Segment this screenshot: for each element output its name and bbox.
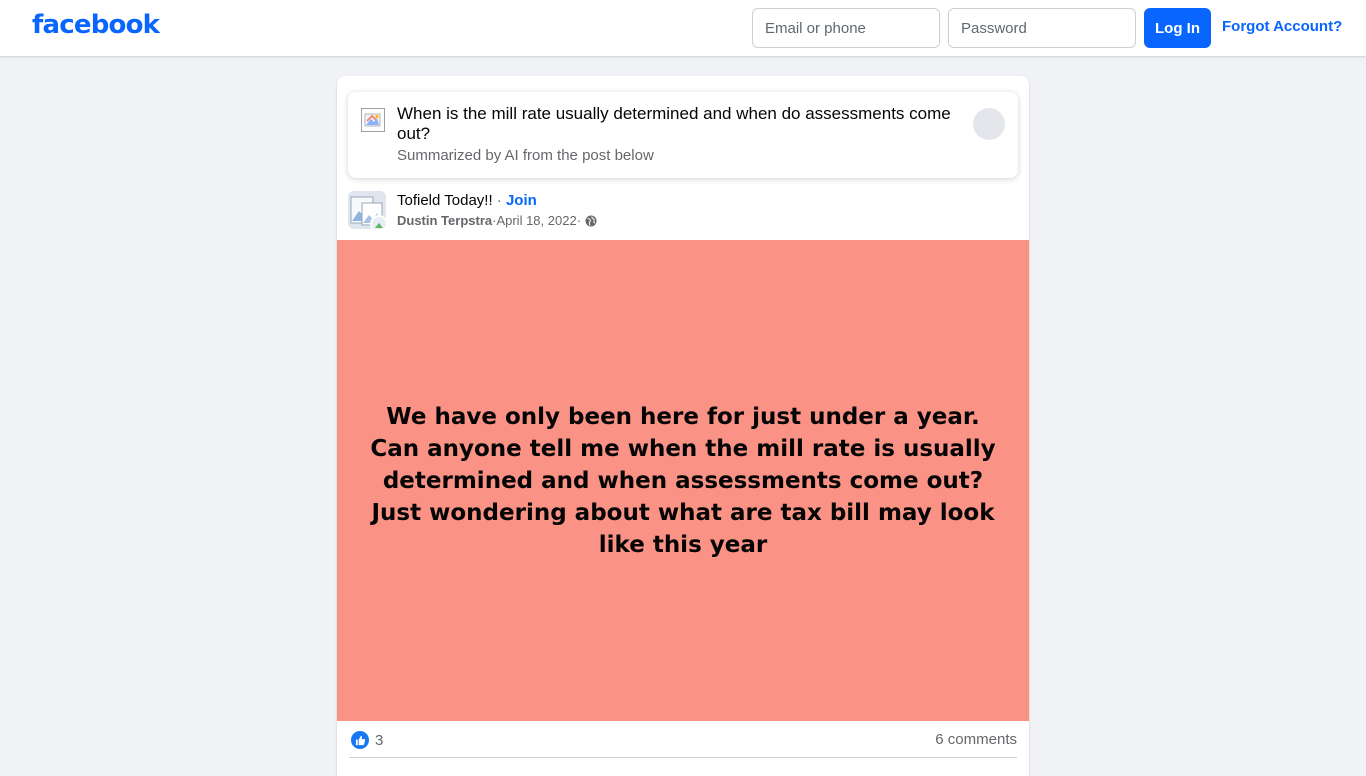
- top-navigation-bar: facebook Log In Forgot Account?: [0, 0, 1366, 56]
- broken-image-icon: [361, 108, 385, 132]
- ai-summary-question: When is the mill rate usually determined…: [397, 104, 951, 143]
- post-card: When is the mill rate usually determined…: [337, 76, 1029, 776]
- ai-summary-box[interactable]: When is the mill rate usually determined…: [348, 92, 1018, 178]
- like-count[interactable]: 3: [375, 732, 383, 749]
- facebook-logo[interactable]: facebook: [32, 10, 160, 40]
- post-text: We have only been here for just under a …: [370, 403, 996, 558]
- post-meta: Dustin Terpstra · April 18, 2022 ·: [397, 213, 597, 228]
- forgot-account-link[interactable]: Forgot Account?: [1222, 18, 1342, 35]
- separator-dot: ·: [576, 213, 582, 228]
- log-in-button[interactable]: Log In: [1144, 8, 1211, 48]
- comment-count[interactable]: 6 comments: [935, 731, 1017, 748]
- ai-summary-subtitle: Summarized by AI from the post below: [397, 147, 654, 164]
- separator-dot: ·: [492, 192, 506, 209]
- email-field[interactable]: [752, 8, 940, 48]
- avatar-badge: [370, 215, 386, 229]
- post-date[interactable]: April 18, 2022: [496, 213, 576, 228]
- group-name-line: Tofield Today!! · Join: [397, 192, 537, 209]
- reactions-bar: 3 6 comments: [349, 721, 1017, 758]
- like-icon[interactable]: [351, 731, 369, 749]
- join-group-link[interactable]: Join: [506, 192, 537, 209]
- author-name[interactable]: Dustin Terpstra: [397, 213, 492, 228]
- globe-icon: [585, 215, 597, 227]
- group-avatar[interactable]: [348, 191, 386, 229]
- password-field[interactable]: [948, 8, 1136, 48]
- post-header: Tofield Today!! · Join Dustin Terpstra ·…: [348, 190, 1018, 230]
- post-text-background: We have only been here for just under a …: [337, 240, 1029, 721]
- ai-summary-action-circle[interactable]: [973, 108, 1005, 140]
- group-name[interactable]: Tofield Today!!: [397, 192, 493, 209]
